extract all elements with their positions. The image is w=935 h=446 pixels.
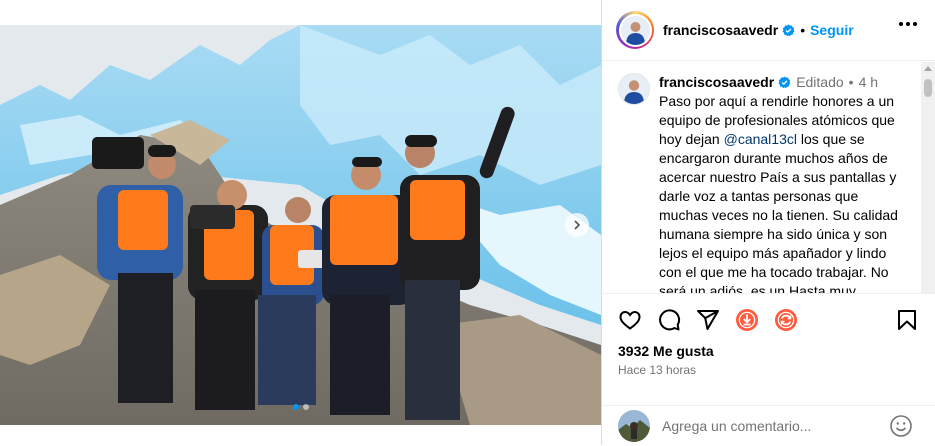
glacier-crew-photo <box>0 25 601 425</box>
header-separator: • <box>800 22 806 38</box>
author-avatar[interactable] <box>616 11 654 49</box>
download-icon[interactable] <box>735 308 759 332</box>
share-icon[interactable] <box>696 308 720 332</box>
caption-header: franciscosaavedr Editado • 4 h <box>659 73 899 91</box>
comment-icon[interactable] <box>657 308 681 332</box>
caption-text-part2: los que se encargaron durante muchos año… <box>659 131 898 293</box>
avatar-landscape <box>618 410 650 442</box>
post-actions: 3932 Me gusta Hace 13 horas <box>602 293 935 445</box>
post-photo[interactable] <box>0 25 601 425</box>
post-header: franciscosaavedr • Seguir <box>602 0 935 61</box>
post-side-panel: franciscosaavedr • Seguir franciscosaave… <box>601 0 935 445</box>
avatar-image <box>618 13 652 47</box>
verified-badge-icon <box>778 76 791 89</box>
caption-body: franciscosaavedr Editado • 4 h Paso por … <box>659 73 899 293</box>
avatar-portrait <box>619 74 649 104</box>
scrollbar-thumb[interactable] <box>924 79 932 97</box>
heart-icon[interactable] <box>618 308 642 332</box>
author-username[interactable]: franciscosaavedr <box>663 22 778 38</box>
mention-link[interactable]: @canal13cl <box>724 131 797 147</box>
post-caption: franciscosaavedr Editado • 4 h Paso por … <box>618 73 899 293</box>
carousel-next-button[interactable] <box>565 213 589 237</box>
post-media <box>0 0 601 445</box>
edited-label: Editado <box>796 74 844 90</box>
carousel-indicator <box>0 404 601 410</box>
likes-count[interactable]: 3932 Me gusta <box>618 343 714 359</box>
bookmark-icon[interactable] <box>895 308 919 332</box>
comment-input[interactable] <box>662 418 892 434</box>
caption-time[interactable]: 4 h <box>859 73 878 91</box>
current-user-avatar <box>618 410 650 442</box>
action-icons <box>618 308 798 332</box>
add-comment-bar <box>602 405 935 446</box>
emoji-icon[interactable] <box>889 414 913 438</box>
caption-avatar[interactable] <box>618 73 650 105</box>
refresh-icon[interactable] <box>774 308 798 332</box>
verified-badge-icon <box>782 24 795 37</box>
carousel-dot-active <box>292 404 299 410</box>
instagram-post: franciscosaavedr • Seguir franciscosaave… <box>0 0 935 445</box>
carousel-dot <box>302 404 309 410</box>
avatar-portrait <box>620 15 650 45</box>
caption-text: Paso por aquí a rendirle honores a un eq… <box>659 92 899 293</box>
comments-section[interactable]: franciscosaavedr Editado • 4 h Paso por … <box>602 62 935 293</box>
more-options-icon[interactable] <box>899 22 917 26</box>
scroll-up-arrow-icon[interactable] <box>924 66 932 71</box>
chevron-right-icon <box>574 220 581 230</box>
comments-scrollbar[interactable] <box>921 62 935 293</box>
posted-time[interactable]: Hace 13 horas <box>618 363 696 377</box>
caption-username[interactable]: franciscosaavedr <box>659 73 774 91</box>
caption-separator: • <box>848 74 854 90</box>
follow-button[interactable]: Seguir <box>810 22 854 38</box>
